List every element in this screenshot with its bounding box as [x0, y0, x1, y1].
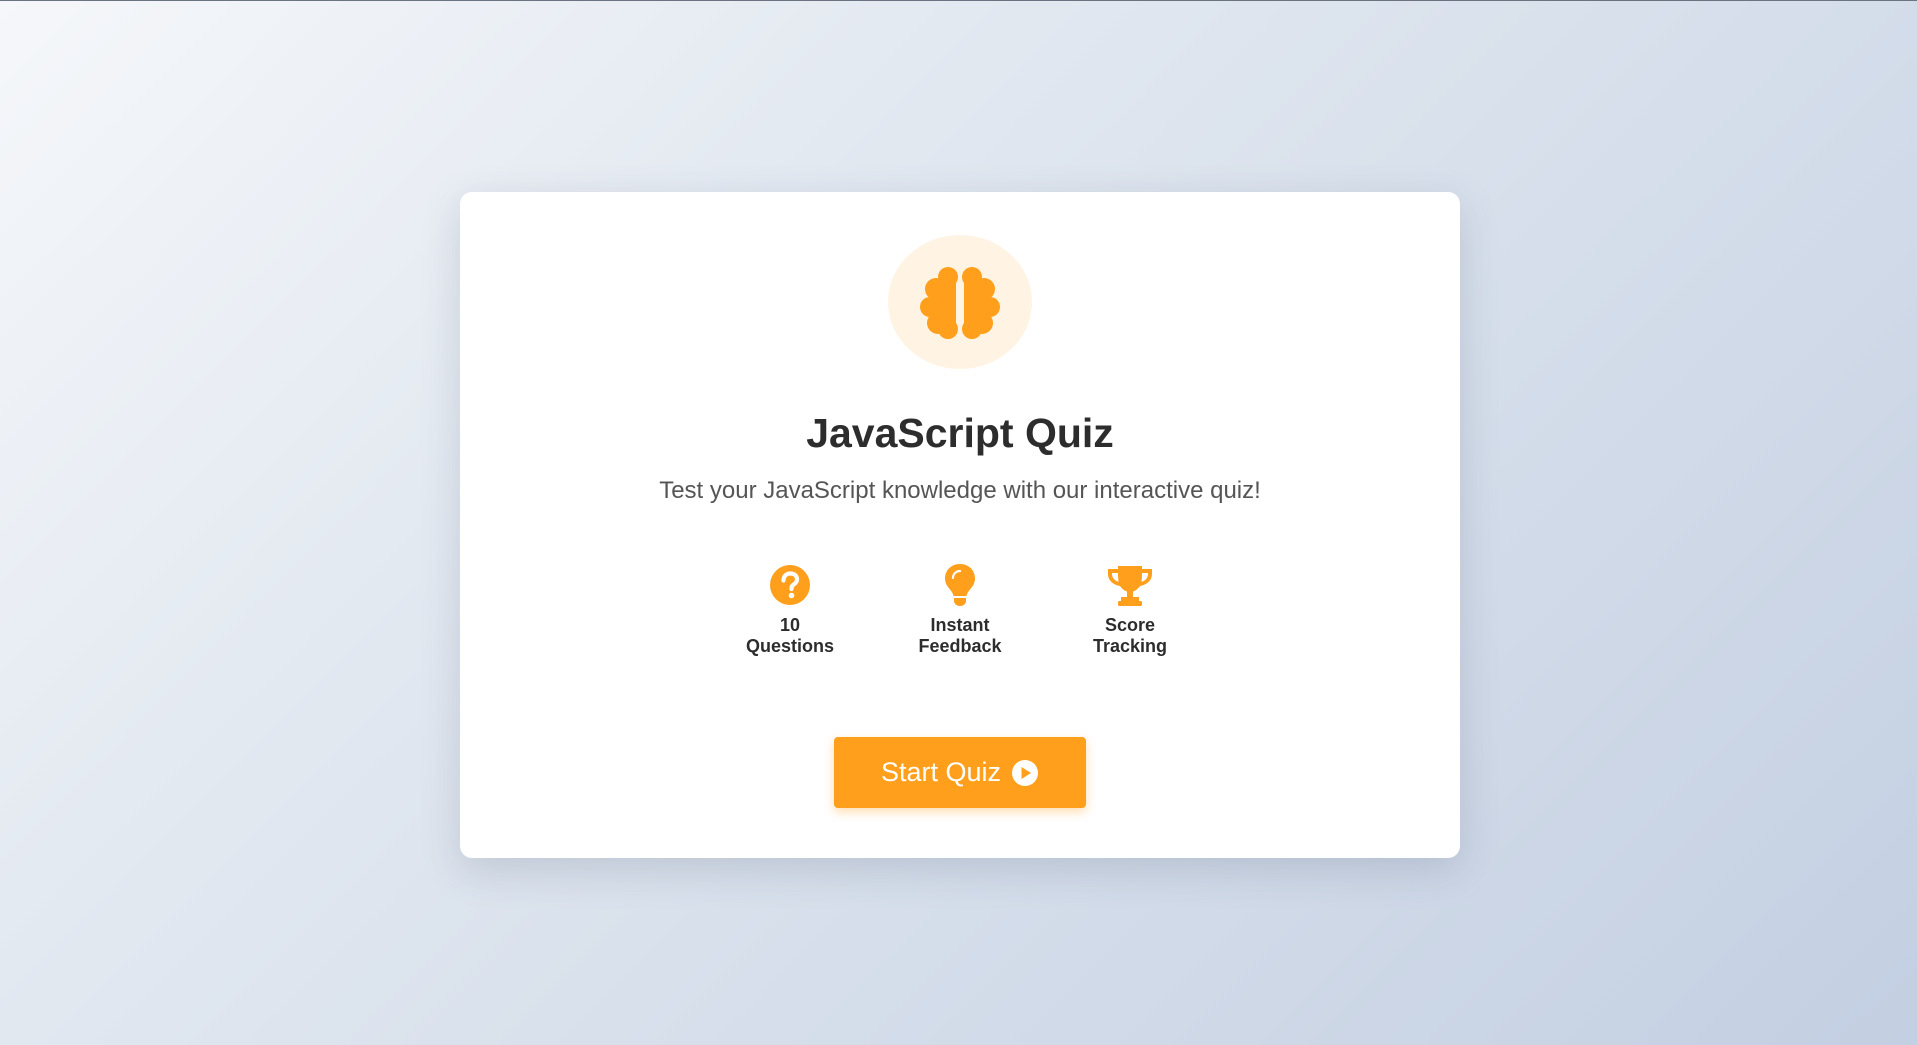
- trophy-icon: [1108, 566, 1152, 606]
- start-quiz-button[interactable]: Start Quiz: [834, 737, 1086, 808]
- feature-list: 10 Questions Instant Feedback Score Trac…: [460, 563, 1460, 657]
- quiz-start-card: JavaScript Quiz Test your JavaScript kno…: [460, 192, 1460, 858]
- start-quiz-label: Start Quiz: [880, 757, 1002, 787]
- hero-badge: [888, 235, 1032, 369]
- feature-item-questions: 10 Questions: [729, 563, 851, 657]
- lightbulb-icon: [945, 564, 975, 606]
- top-border: [0, 0, 1917, 1]
- feature-item-feedback: Instant Feedback: [899, 563, 1021, 657]
- page-subtitle: Test your JavaScript knowledge with our …: [659, 477, 1261, 504]
- feature-item-score: Score Tracking: [1069, 563, 1191, 657]
- page-title: JavaScript Quiz: [806, 410, 1114, 456]
- brain-icon: [920, 267, 1000, 339]
- feature-label: 10 Questions: [745, 615, 834, 656]
- question-circle-icon: [770, 565, 810, 605]
- feature-label: Instant Feedback: [918, 615, 1002, 656]
- play-circle-icon: [1012, 759, 1039, 786]
- feature-label: Score Tracking: [1092, 615, 1168, 656]
